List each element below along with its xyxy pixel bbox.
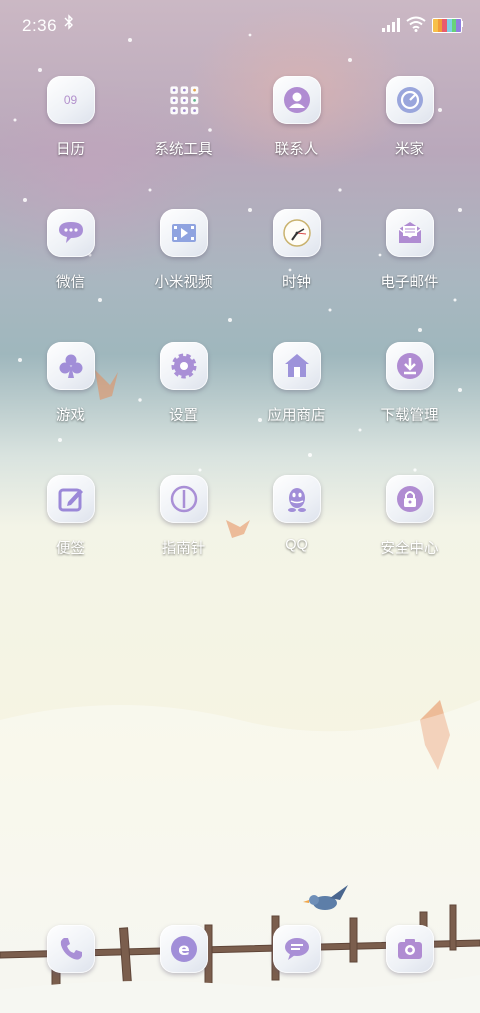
battery-icon: [432, 18, 462, 33]
clock-icon[interactable]: [272, 209, 321, 257]
app-email[interactable]: 电子邮件: [353, 209, 466, 342]
messages-icon[interactable]: [272, 925, 321, 973]
dock: e: [14, 925, 466, 975]
qq-icon[interactable]: [272, 475, 321, 523]
app-label: 系统工具: [154, 142, 213, 158]
bluetooth-icon: [64, 14, 74, 34]
settings-icon[interactable]: [159, 342, 208, 390]
mail-icon[interactable]: [385, 209, 434, 257]
app-label: 微信: [56, 275, 85, 291]
app-row: 便签 指南针 QQ 安全中心: [14, 475, 466, 608]
app-label: 游戏: [56, 408, 85, 424]
contacts-icon[interactable]: [272, 76, 321, 124]
dock-camera[interactable]: [353, 925, 466, 975]
dock-browser[interactable]: e: [127, 925, 240, 975]
folder-icon[interactable]: [160, 76, 208, 124]
app-system-tools[interactable]: 系统工具: [127, 76, 240, 209]
app-label: 时钟: [282, 275, 311, 291]
app-clock[interactable]: 时钟: [240, 209, 353, 342]
app-row: 09 日历 系统工具 联系人 米家: [14, 76, 466, 209]
signal-icon: [382, 18, 402, 32]
compass-icon[interactable]: [159, 475, 208, 523]
battery-tip: [461, 21, 463, 27]
app-contacts[interactable]: 联系人: [240, 76, 353, 209]
bird-decoration: [303, 885, 348, 910]
wifi-icon: [406, 16, 426, 32]
app-label: QQ: [285, 537, 308, 553]
svg-text:e: e: [178, 940, 190, 960]
app-label: 指南针: [161, 541, 206, 557]
wechat-icon[interactable]: [46, 209, 95, 257]
app-games[interactable]: 游戏: [14, 342, 127, 475]
app-settings[interactable]: 设置: [127, 342, 240, 475]
video-icon[interactable]: [159, 209, 208, 257]
app-label: 便签: [56, 541, 85, 557]
app-label: 小米视频: [154, 275, 213, 291]
app-downloads[interactable]: 下载管理: [353, 342, 466, 475]
app-security[interactable]: 安全中心: [353, 475, 466, 608]
app-label: 应用商店: [267, 408, 326, 424]
app-qq[interactable]: QQ: [240, 475, 353, 608]
calendar-icon[interactable]: 09: [46, 76, 95, 124]
app-label: 下载管理: [380, 408, 439, 424]
phone-icon[interactable]: [46, 925, 95, 973]
app-mijia[interactable]: 米家: [353, 76, 466, 209]
app-wechat[interactable]: 微信: [14, 209, 127, 342]
app-label: 联系人: [274, 142, 319, 158]
status-bar: 2:36: [0, 0, 480, 52]
app-grid: 09 日历 系统工具 联系人 米家 微信 小米视频 时钟 电子邮件 游戏 设置 …: [14, 76, 466, 608]
app-label: 米家: [395, 142, 424, 158]
browser-icon[interactable]: e: [159, 925, 208, 973]
games-icon[interactable]: [46, 342, 95, 390]
status-time: 2:36: [22, 16, 58, 35]
app-calendar[interactable]: 09 日历: [14, 76, 127, 209]
notes-icon[interactable]: [46, 475, 95, 523]
mijia-icon[interactable]: [385, 76, 434, 124]
dock-phone[interactable]: [14, 925, 127, 975]
app-row: 微信 小米视频 时钟 电子邮件: [14, 209, 466, 342]
app-label: 日历: [56, 142, 85, 158]
app-mi-video[interactable]: 小米视频: [127, 209, 240, 342]
app-row: 游戏 设置 应用商店 下载管理: [14, 342, 466, 475]
store-icon[interactable]: [272, 342, 321, 390]
app-label: 安全中心: [380, 541, 439, 557]
app-compass[interactable]: 指南针: [127, 475, 240, 608]
calendar-date-text: 09: [63, 93, 78, 107]
app-label: 电子邮件: [380, 275, 439, 291]
dock-messages[interactable]: [240, 925, 353, 975]
security-icon[interactable]: [385, 475, 434, 523]
camera-icon[interactable]: [385, 925, 434, 973]
download-icon[interactable]: [385, 342, 434, 390]
app-notes[interactable]: 便签: [14, 475, 127, 608]
app-store[interactable]: 应用商店: [240, 342, 353, 475]
app-label: 设置: [169, 408, 198, 424]
